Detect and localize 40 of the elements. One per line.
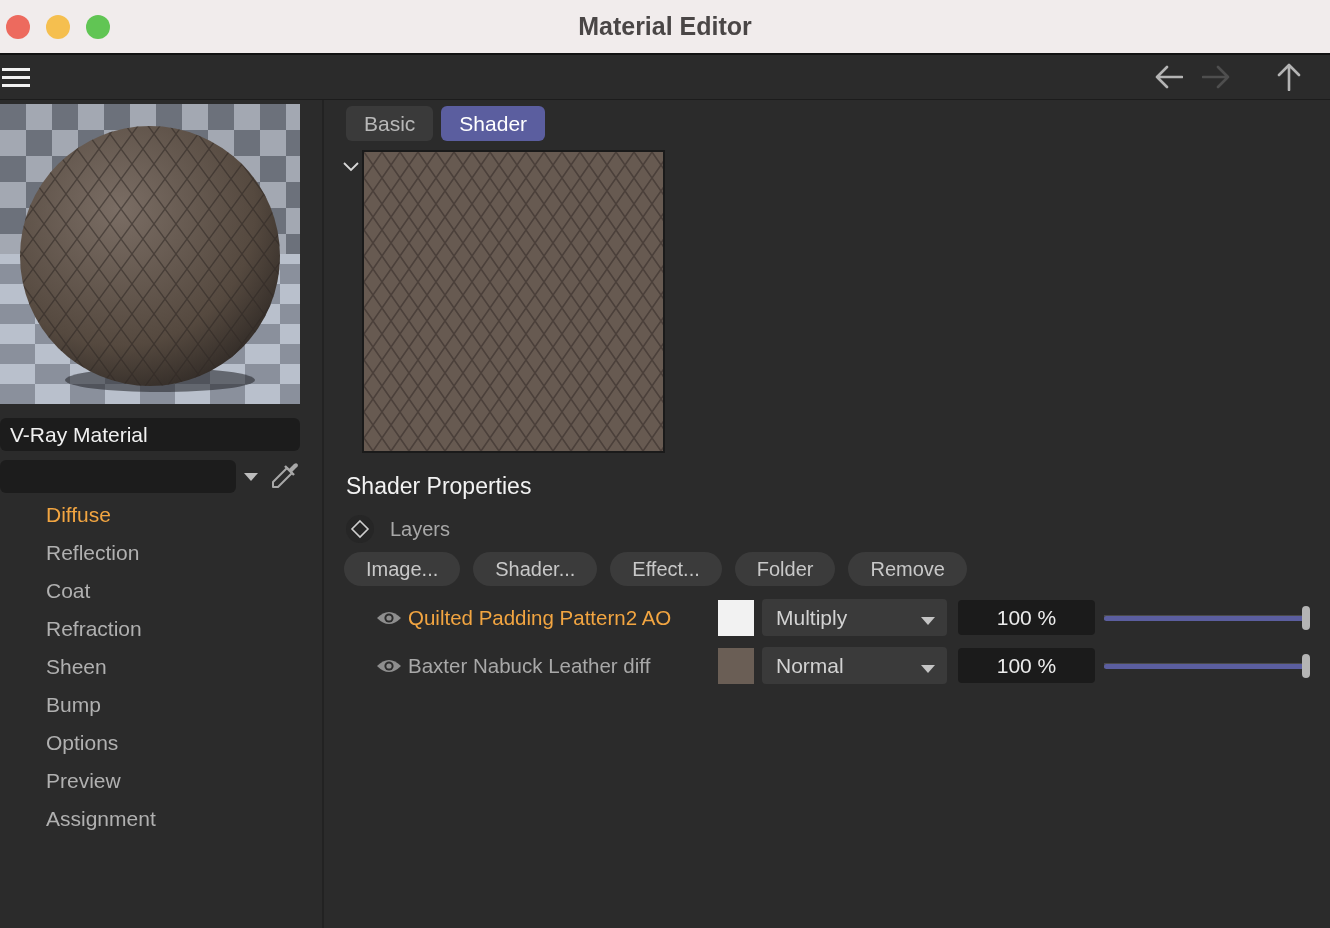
layer-name[interactable]: Baxter Nabuck Leather diff	[408, 653, 708, 678]
layer-action-button[interactable]: Remove	[848, 552, 967, 586]
sidebar-item[interactable]: Diffuse	[46, 496, 111, 534]
sidebar-item[interactable]: Refraction	[46, 610, 142, 648]
sidebar-item[interactable]: Preview	[46, 762, 121, 800]
close-icon[interactable]	[6, 14, 30, 39]
caret-icon[interactable]	[244, 472, 258, 481]
slider-handle[interactable]	[1302, 605, 1310, 630]
section-heading: Shader Properties	[346, 472, 532, 501]
layer-action-button[interactable]: Image...	[344, 552, 461, 586]
eye-icon[interactable]	[376, 657, 402, 674]
sidebar-item[interactable]: Options	[46, 724, 119, 762]
menu-icon[interactable]	[2, 67, 30, 87]
sidebar-item[interactable]: Sheen	[46, 648, 107, 686]
layers-label: Layers	[390, 517, 451, 541]
window-title: Material Editor	[578, 12, 752, 41]
opacity-field[interactable]: 100 %	[958, 600, 1095, 635]
slider-handle[interactable]	[1302, 653, 1310, 678]
blend-mode-dropdown[interactable]: Normal	[762, 647, 947, 684]
color-swatch-icon[interactable]	[718, 647, 754, 684]
material-name-field[interactable]: V-Ray Material	[0, 418, 300, 451]
caret-icon[interactable]	[921, 664, 935, 673]
opacity-field[interactable]: 100 %	[958, 648, 1095, 683]
blend-mode-dropdown[interactable]: Multiply	[762, 599, 947, 636]
chevron-icon[interactable]	[343, 162, 359, 172]
layer-action-button[interactable]: Effect...	[610, 552, 722, 586]
eye-icon[interactable]	[376, 609, 402, 626]
sidebar-item[interactable]: Bump	[46, 686, 101, 724]
color-swatch-icon[interactable]	[718, 599, 754, 636]
layer-action-button[interactable]: Folder	[734, 552, 836, 586]
up-arrow-icon[interactable]	[1276, 63, 1302, 91]
sidebar-item[interactable]: Reflection	[46, 534, 140, 572]
caret-icon[interactable]	[921, 616, 935, 625]
layer-name[interactable]: Quilted Padding Pattern2 AO	[408, 605, 708, 630]
back-arrow-icon[interactable]	[1155, 65, 1183, 89]
sidebar-item[interactable]: Coat	[46, 572, 91, 610]
tab[interactable]: Shader	[441, 106, 546, 141]
layer-action-button[interactable]: Shader...	[473, 552, 598, 586]
sidebar-item[interactable]: Assignment	[46, 800, 156, 838]
tab[interactable]: Basic	[346, 106, 434, 141]
